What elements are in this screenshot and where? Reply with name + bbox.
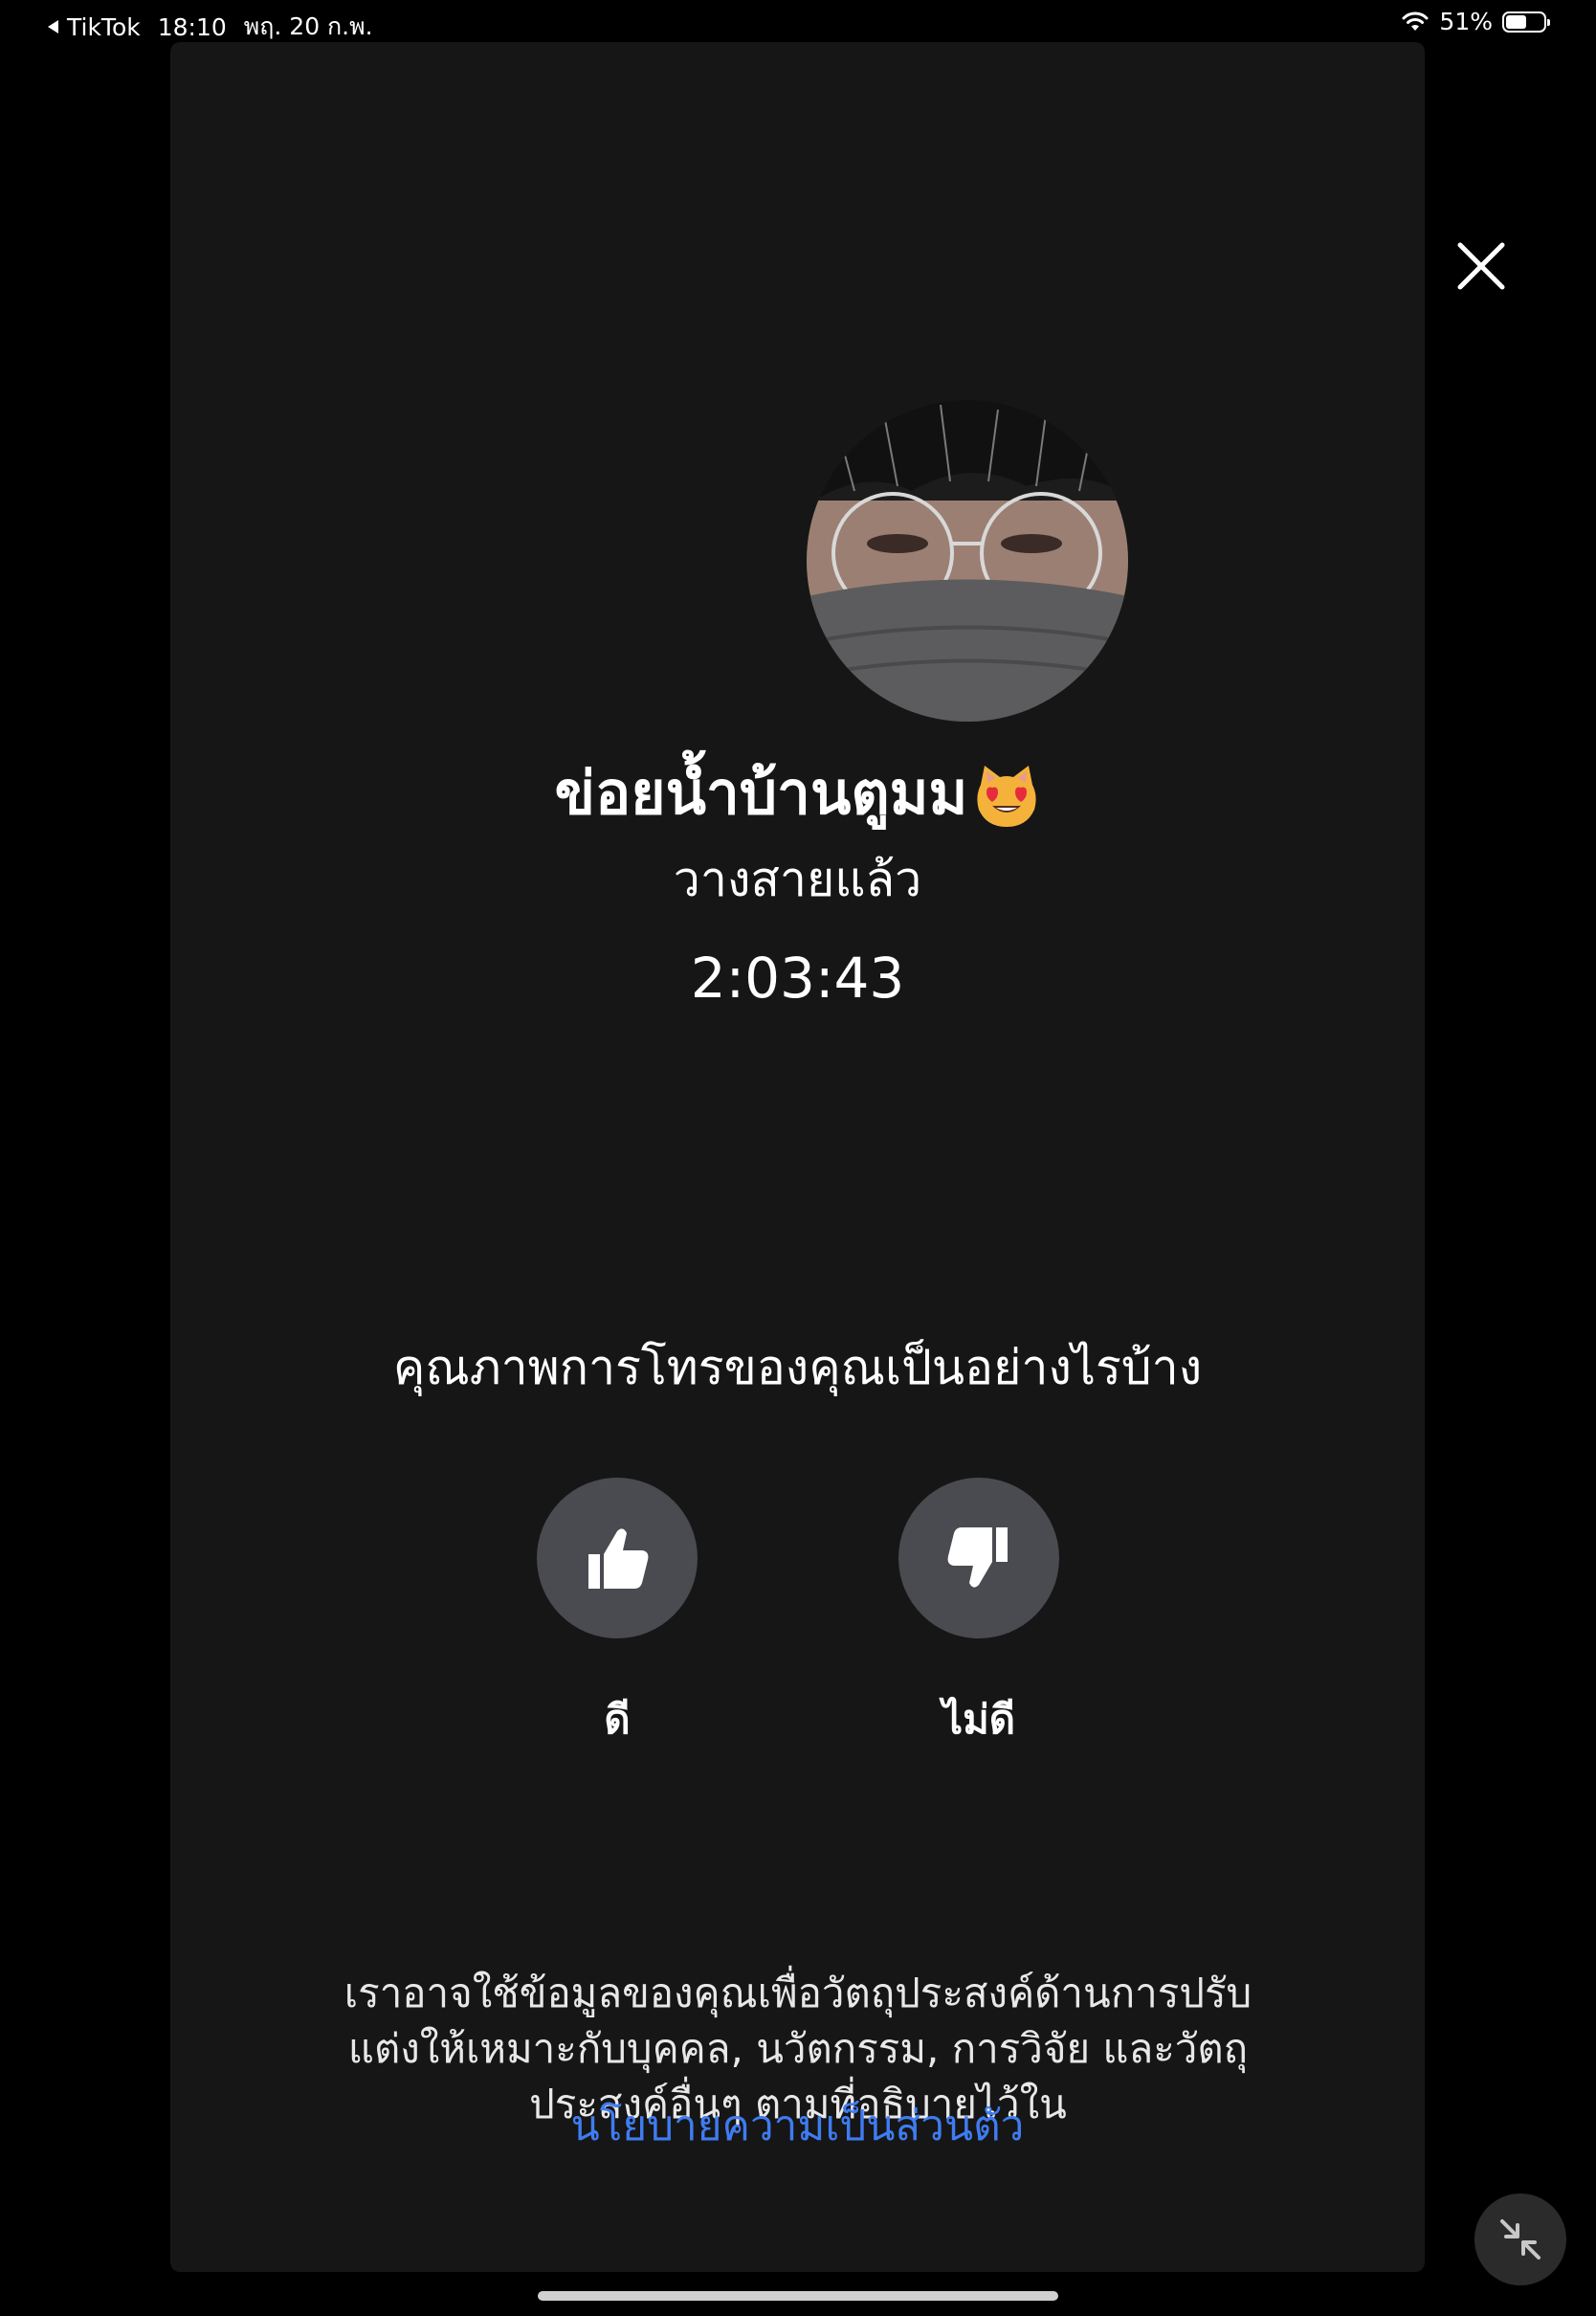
privacy-policy-link[interactable]: นโยบายความเป็นส่วนตัว xyxy=(170,2092,1425,2159)
contact-name-text: ข่อยน้ำบ้านตูมม xyxy=(554,758,968,828)
collapse-arrows-icon xyxy=(1500,2219,1541,2260)
status-time: 18:10 xyxy=(157,12,227,41)
feedback-question: คุณภาพการโทรของคุณเป็นอย่างไรบ้าง xyxy=(392,1340,1203,1395)
disclaimer-line: แต่งให้เหมาะกับบุคคล, นวัตกรรม, การวิจัย… xyxy=(347,2025,1249,2072)
back-to-app-link[interactable]: TikTok xyxy=(46,13,141,41)
status-date: พฤ. 20 ก.พ. xyxy=(243,12,373,40)
call-duration: 2:03:43 xyxy=(690,946,905,1011)
back-arrow-icon xyxy=(48,20,58,33)
status-bar: TikTok 18:10 พฤ. 20 ก.พ. 51% xyxy=(0,0,1596,46)
battery-percent: 51% xyxy=(1439,8,1493,35)
thumbs-up-button[interactable] xyxy=(537,1478,698,1638)
wifi-icon xyxy=(1402,11,1429,31)
battery-icon xyxy=(1502,11,1550,33)
thumbs-up-icon xyxy=(588,1528,649,1589)
close-icon[interactable] xyxy=(1452,237,1510,295)
home-indicator[interactable] xyxy=(538,2291,1058,2301)
back-app-label: TikTok xyxy=(67,12,141,41)
minimize-button[interactable] xyxy=(1474,2194,1566,2285)
good-label: ดี xyxy=(604,1696,631,1743)
bad-label: ไม่ดี xyxy=(942,1696,1016,1743)
smiling-cat-heart-eyes-icon xyxy=(977,765,1036,827)
call-status: วางสายแล้ว xyxy=(673,852,922,907)
disclaimer-line: เราอาจใช้ข้อมูลของคุณเพื่อวัตถุประสงค์ด้… xyxy=(344,1970,1252,2016)
thumbs-down-button[interactable] xyxy=(898,1478,1059,1638)
contact-name: ข่อยน้ำบ้านตูมม xyxy=(170,746,1425,840)
thumbs-down-icon xyxy=(947,1527,1008,1588)
call-ended-panel: ข่อยน้ำบ้านตูมม วางสายแล้ว 2:03:43 คุณภา… xyxy=(170,42,1505,2272)
avatar xyxy=(807,400,1128,722)
